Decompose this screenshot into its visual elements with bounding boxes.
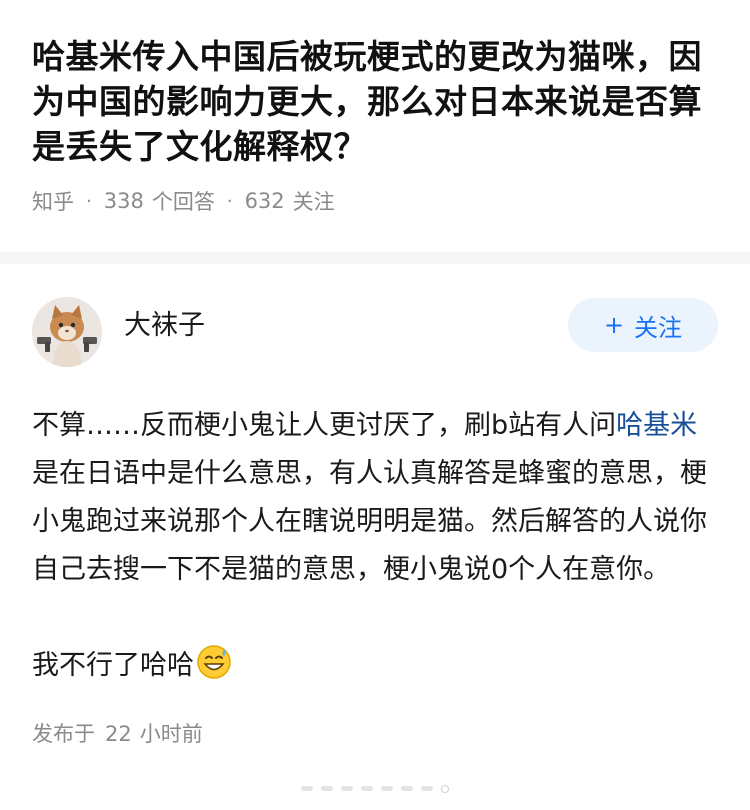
author-name[interactable]: 大袜子 [124,303,205,342]
posted-label: 发布于 [32,722,95,746]
question-title[interactable]: 哈基米传入中国后被玩梗式的更改为猫咪，因为中国的影响力更大，那么对日本来说是否算… [32,34,718,169]
pager-dot [301,786,313,791]
answer-text-rest: 是在日语中是什么意思，有人认真解答是蜂蜜的意思，梗小鬼跑过来说那个人在瞎说明明是… [32,458,707,585]
follow-button[interactable]: + 关注 [568,298,718,352]
plus-icon: + [603,311,625,339]
question-header: 哈基米传入中国后被玩梗式的更改为猫咪，因为中国的影响力更大，那么对日本来说是否算… [0,0,750,252]
follow-label: 关注 [634,313,683,342]
sweat-smile-emoji-icon [196,644,232,680]
hajimi-link[interactable]: 哈基米 [616,410,697,441]
section-divider [0,252,750,264]
posted-number: 22 [105,722,132,746]
followers-label: 关注 [292,190,335,214]
pager-dot [381,786,393,791]
pager-dot [341,786,353,791]
meta-separator: · [226,190,233,212]
author-row: 大袜子 + 关注 [32,294,718,370]
answer-content: 不算……反而梗小鬼让人更讨厌了，刷b站有人问哈基米是在日语中是什么意思，有人认真… [32,402,718,690]
pager-dot [321,786,333,791]
answer-paragraph: 不算……反而梗小鬼让人更讨厌了，刷b站有人问哈基米是在日语中是什么意思，有人认真… [32,402,718,594]
image-pager-dots [0,785,750,793]
meta-separator: · [86,190,92,212]
pager-dot-active [441,785,449,793]
post-time: 发布于 22 小时前 [32,718,718,748]
source-label[interactable]: 知乎 [32,186,74,216]
answer-paragraph-second: 我不行了哈哈 [32,642,718,690]
avatar-image [32,297,102,367]
pager-dot [421,786,433,791]
answers-label[interactable]: 个回答 [152,186,215,216]
followers-count: 632 [244,189,285,213]
pager-dot [401,786,413,791]
answer-card: 大袜子 + 关注 不算……反而梗小鬼让人更讨厌了，刷b站有人问哈基米是在日语中是… [0,264,750,748]
answer-text-start: 不算……反而梗小鬼让人更讨厌了，刷b站有人问 [32,410,617,441]
pager-dot [361,786,373,791]
cat-photo-avatar[interactable] [32,297,102,367]
answers-count: 338 [103,189,144,213]
answer-text-laugh: 我不行了哈哈 [32,650,194,681]
question-meta: 知乎 · 338 个回答 · 632 关注 [32,186,718,216]
posted-unit: 小时前 [139,722,203,746]
